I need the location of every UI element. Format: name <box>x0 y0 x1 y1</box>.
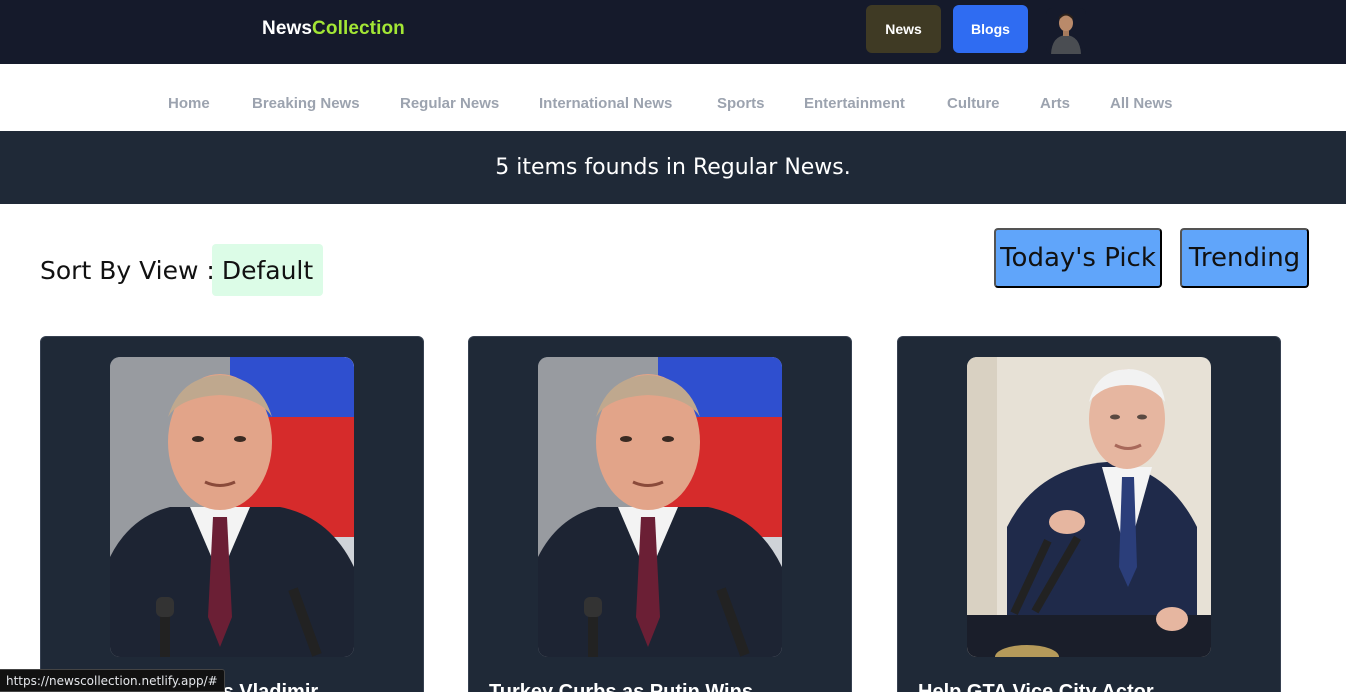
news-card[interactable]: Turkey Curbs as Putin Wins <box>468 336 852 692</box>
brand-logo[interactable]: NewsCollection <box>262 18 405 40</box>
todays-pick-button[interactable]: Today's Pick <box>994 228 1162 288</box>
news-card-image <box>110 357 354 657</box>
avatar[interactable] <box>1046 8 1086 54</box>
nav-item-international-news[interactable]: International News <box>539 95 672 112</box>
news-card[interactable]: Zelensky Accuses Vladimir <box>40 336 424 692</box>
blogs-button[interactable]: Blogs <box>953 5 1028 53</box>
sort-default-button[interactable]: Default <box>212 244 323 296</box>
category-nav: Home Breaking News Regular News Internat… <box>0 64 1346 131</box>
top-header: NewsCollection News Blogs <box>0 0 1346 64</box>
results-banner: 5 items founds in Regular News. <box>0 131 1346 204</box>
nav-item-entertainment[interactable]: Entertainment <box>804 95 905 112</box>
news-card-title[interactable]: Help GTA Vice City Actor <box>918 681 1268 692</box>
trending-button[interactable]: Trending <box>1180 228 1309 288</box>
news-card-image <box>538 357 782 657</box>
brand-part-collection: Collection <box>312 18 405 39</box>
results-count-text: 5 items founds in Regular News. <box>495 155 851 180</box>
nav-item-culture[interactable]: Culture <box>947 95 1000 112</box>
news-card-title[interactable]: Turkey Curbs as Putin Wins <box>489 681 839 692</box>
nav-item-arts[interactable]: Arts <box>1040 95 1070 112</box>
sort-label: Sort By View : <box>40 256 215 285</box>
nav-item-all-news[interactable]: All News <box>1110 95 1173 112</box>
news-card-image <box>967 357 1211 657</box>
news-button[interactable]: News <box>866 5 941 53</box>
brand-part-news: News <box>262 18 313 39</box>
link-status-bar: https://newscollection.netlify.app/# <box>0 669 225 692</box>
nav-item-home[interactable]: Home <box>168 95 210 112</box>
news-card[interactable]: Help GTA Vice City Actor <box>897 336 1281 692</box>
nav-item-sports[interactable]: Sports <box>717 95 765 112</box>
nav-item-regular-news[interactable]: Regular News <box>400 95 499 112</box>
nav-item-breaking-news[interactable]: Breaking News <box>252 95 360 112</box>
